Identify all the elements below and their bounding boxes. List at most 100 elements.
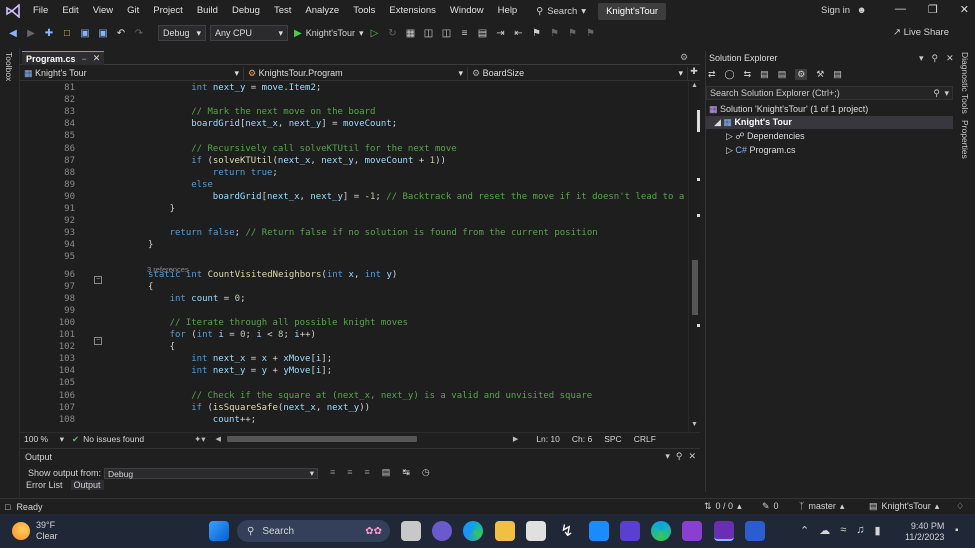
open-folder-icon[interactable]: □ [60,26,74,40]
prev-message-icon[interactable]: ≡ [347,467,352,478]
scroll-up-icon[interactable]: ▲ [691,82,698,89]
solution-search-input[interactable]: Search Solution Explorer (Ctrl+;) ⚲ ▾ [706,86,953,100]
menu-item-debug[interactable]: Debug [225,0,267,22]
column-number[interactable]: Ch: 6 [572,434,592,444]
save-icon[interactable]: ▣ [78,26,92,40]
microsoft-store-icon[interactable] [526,521,546,541]
windows-start-icon[interactable] [209,521,229,541]
close-icon[interactable]: ✕ [688,451,696,462]
project-nav-dropdown[interactable]: ▦ Knight's Tour ▾ [20,67,244,80]
code-line[interactable]: 101 for (int i = 0; i < 8; i++) [20,329,688,341]
sync-icon[interactable]: ⇄ [708,69,716,80]
code-line[interactable]: 97 { [20,281,688,293]
code-line[interactable]: 106 // Check if the square at (next_x, ne… [20,390,688,402]
code-line[interactable]: 93 return false; // Return false if no so… [20,227,688,239]
split-editor-icon[interactable]: ✚ [688,66,700,80]
line-ending[interactable]: CRLF [634,434,656,444]
horizontal-scroll-thumb[interactable] [226,436,417,442]
scroll-down-icon[interactable]: ▼ [691,421,698,428]
properties-tab[interactable]: Properties [960,120,970,159]
outdent-icon[interactable]: ⇤ [511,26,525,40]
code-line[interactable]: 103 int next_x = x + xMove[i]; [20,353,688,365]
code-line[interactable]: 82 [20,94,688,106]
code-line[interactable]: 108 count++; [20,414,688,426]
scroll-thumb[interactable] [692,260,698,315]
platform-dropdown[interactable]: Any CPU ▾ [210,25,288,41]
code-lens-references[interactable]: 3 references [147,265,189,274]
edge-dev-icon[interactable] [651,521,671,541]
new-project-icon[interactable]: ✚ [42,26,56,40]
prev-bookmark-icon[interactable]: ⚑ [547,26,561,40]
menu-item-tools[interactable]: Tools [346,0,382,22]
menu-item-help[interactable]: Help [491,0,525,22]
code-line[interactable]: 85 [20,130,688,142]
volume-icon[interactable]: ♫ [856,524,864,537]
code-line[interactable]: 89 else [20,179,688,191]
repository-selector[interactable]: ▤ Knight'sTour ▴ [869,501,939,512]
live-share-button[interactable]: ↗ Live Share [893,27,949,38]
taskbar-search-box[interactable]: ⚲ Search ✿✿ [237,520,390,542]
whitespace-mode[interactable]: SPC [604,434,621,444]
menu-item-view[interactable]: View [86,0,120,22]
forward-icon[interactable]: ▶ [24,26,38,40]
scroll-left-icon[interactable]: ◀ [215,435,220,443]
switch-views-icon[interactable]: ⇆ [744,69,752,80]
line-number[interactable]: Ln: 10 [536,434,560,444]
code-line[interactable]: 102 { [20,341,688,353]
code-line[interactable]: 86 // Recursively call solveKTUtil for th… [20,143,688,155]
comment-icon[interactable]: ▤ [475,26,489,40]
member-nav-dropdown[interactable]: ⚙ BoardSize ▾ [468,67,688,80]
undo-icon[interactable]: ↶ [114,26,128,40]
pending-edits-indicator[interactable]: ✎ 0 [762,501,779,512]
terminal-icon[interactable]: ↯ [557,521,577,541]
git-changes-indicator[interactable]: ⇅ 0 / 0 ▴ [704,501,742,512]
collapse-all-icon[interactable]: ▤ [760,69,769,80]
menu-item-extensions[interactable]: Extensions [382,0,442,22]
code-line[interactable]: 107 if (isSquareSafe(next_x, next_y)) [20,402,688,414]
menu-item-edit[interactable]: Edit [55,0,85,22]
zoom-dropdown[interactable]: 100 % ▾ [20,434,64,445]
filter-icon[interactable]: ⚙ [795,69,808,80]
close-icon[interactable]: ✕ [960,3,969,16]
weather-widget[interactable]: 39°F Clear [12,520,58,542]
configuration-dropdown[interactable]: Debug ▾ [158,25,206,41]
fold-toggle-icon[interactable]: − [94,276,102,284]
clear-bookmarks-icon[interactable]: ⚑ [583,26,597,40]
find-message-icon[interactable]: ≡ [330,467,335,478]
clock[interactable]: 9:40 PM 11/2/2023 [905,521,944,543]
tab-output[interactable]: Output [70,480,104,490]
mail-icon[interactable] [589,521,609,541]
notifications-icon[interactable]: ▪ [955,525,959,536]
menu-item-file[interactable]: File [26,0,55,22]
diagnostics-icon[interactable]: ▦ [403,26,417,40]
code-line[interactable]: 100 // Iterate through all possible knigh… [20,317,688,329]
menu-item-analyze[interactable]: Analyze [298,0,346,22]
next-message-icon[interactable]: ≡ [365,467,370,478]
menu-item-git[interactable]: Git [120,0,146,22]
solution-node[interactable]: ▦ Solution 'Knight'sTour' (1 of 1 projec… [709,103,868,116]
code-line[interactable]: 104 int next_y = y + yMove[i]; [20,365,688,377]
align-left-icon[interactable]: ≡ [457,26,471,40]
show-all-files-icon[interactable]: ▤ [778,69,787,80]
toolbox-tab[interactable]: Toolbox [4,52,14,81]
minimize-icon[interactable]: — [895,3,906,16]
code-line[interactable]: 88 return true; [20,167,688,179]
chevron-up-icon[interactable]: ⌃ [800,524,809,537]
code-line[interactable]: 84 boardGrid[next_x, next_y] = moveCount; [20,118,688,130]
home-icon[interactable]: ◯ [725,69,735,80]
chevron-down-icon[interactable]: ▾ [665,451,670,462]
pin-icon[interactable]: ⚲ [932,52,939,65]
project-node[interactable]: ◢ ▦ Knight's Tour [706,116,953,129]
next-bookmark-icon[interactable]: ⚑ [565,26,579,40]
sign-in-button[interactable]: Sign in ☻ [821,5,867,16]
code-editor[interactable]: 81 int next_y = move.Item2; 82 83 // Mark th… [20,82,688,432]
wifi-icon[interactable]: ≈ [840,524,846,537]
power-automate-icon[interactable] [620,521,640,541]
code-line[interactable]: 91} [20,203,688,215]
code-line[interactable]: 105 [20,377,688,389]
scroll-right-icon[interactable]: ▶ [513,435,518,443]
battery-icon[interactable]: ▮ [875,524,881,537]
fold-toggle-icon[interactable]: − [94,337,102,345]
tab-program-cs[interactable]: Program.cs − ✕ [22,51,105,65]
breakpoint-toggle-icon[interactable]: ◫ [439,26,453,40]
